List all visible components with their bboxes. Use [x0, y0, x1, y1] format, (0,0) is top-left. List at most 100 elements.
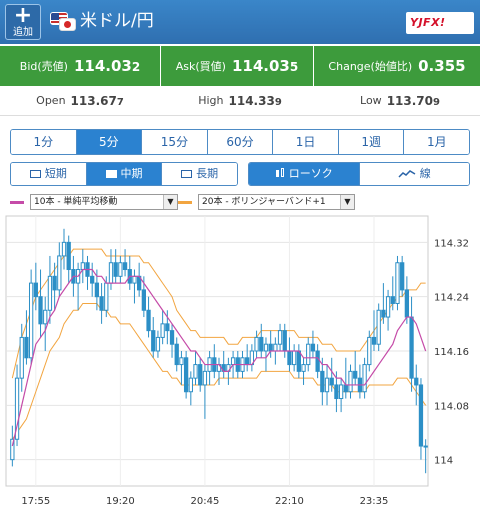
candle-body	[179, 357, 184, 366]
candle-body	[118, 262, 123, 277]
candle-body	[315, 350, 320, 372]
candle-body	[292, 350, 297, 366]
bid-label: Bid(売値)	[19, 60, 68, 73]
timeframe-tabs: 1分 5分 15分 60分 1日 1週 1月	[10, 129, 470, 155]
y-tick-label: 114.16	[434, 347, 469, 358]
candle-body	[141, 289, 146, 311]
ma-color-swatch	[10, 200, 24, 204]
candle-body	[94, 282, 100, 298]
candlestick-chart[interactable]: 114 114.08 114.16 114.24 114.32 17:55 19:20 20:…	[0, 214, 480, 508]
ma-indicator: 10本 - 単純平均移動 ▼	[10, 194, 178, 210]
y-tick-label: 114.24	[434, 293, 469, 304]
tab-line[interactable]: 線	[358, 163, 469, 185]
candle-body	[66, 241, 71, 271]
x-tick-label: 23:35	[360, 496, 389, 507]
candle-body	[263, 343, 269, 352]
candle-body	[395, 262, 400, 304]
page-title: 米ドル/円	[80, 11, 154, 31]
candle-body	[277, 330, 283, 345]
candle-body	[301, 364, 306, 372]
ma-select[interactable]: 10本 - 単純平均移動 ▼	[30, 194, 178, 210]
term-tabs: 短期 中期 長期	[10, 162, 238, 186]
tab-short-term[interactable]: 短期	[11, 163, 86, 185]
candle-body	[193, 364, 198, 379]
candle-body	[104, 282, 109, 311]
chevron-down-icon: ▼	[340, 195, 354, 209]
high-cell: High 114.339	[160, 86, 320, 115]
tab-1week[interactable]: 1週	[337, 130, 404, 154]
line-chart-icon	[398, 170, 416, 178]
candle-body	[320, 370, 325, 393]
tab-long-term[interactable]: 長期	[161, 163, 237, 185]
candle-body	[19, 336, 24, 379]
ask-value: 114.035	[231, 57, 299, 75]
x-tick-label: 19:20	[106, 496, 135, 507]
tab-1min[interactable]: 1分	[11, 130, 76, 154]
short-term-icon	[29, 170, 41, 178]
ask-cell: Ask(買値) 114.035	[160, 46, 313, 86]
candle-body	[390, 296, 395, 304]
add-label: 追加	[13, 27, 33, 38]
long-term-icon	[181, 170, 193, 178]
candle-body	[113, 262, 118, 277]
candlestick-icon	[275, 168, 285, 180]
quote-bar: Bid(売値) 114.032 Ask(買値) 114.035 Change(始…	[0, 46, 480, 86]
candle-body	[146, 309, 151, 332]
candle-body	[404, 289, 410, 318]
chart-type-tabs: ローソク 線	[248, 162, 470, 186]
change-label: Change(始値比)	[328, 60, 413, 73]
tab-1day[interactable]: 1日	[272, 130, 338, 154]
candle-body	[188, 377, 193, 393]
candle-body	[329, 377, 334, 386]
app-header: + 追加 米ドル/円 YJFX!	[0, 0, 480, 44]
high-label: High	[198, 94, 224, 107]
candle-body	[24, 336, 29, 359]
candle-body	[423, 445, 428, 448]
bb-indicator: 20本 - ボリンジャーバンド+1 ▼	[178, 194, 355, 210]
bid-value: 114.032	[73, 57, 141, 75]
change-cell: Change(始値比) 0.355	[313, 46, 480, 86]
candle-body	[287, 350, 292, 366]
candle-body	[353, 370, 358, 379]
candle-body	[169, 330, 175, 345]
candle-body	[273, 343, 278, 352]
low-value: 113.709	[386, 93, 440, 108]
candle-body	[99, 296, 104, 311]
x-tick-label: 22:10	[275, 496, 304, 507]
candle-body	[174, 343, 179, 366]
candle-body	[338, 384, 344, 400]
bb-select[interactable]: 20本 - ボリンジャーバンド+1 ▼	[198, 194, 355, 210]
candle-body	[160, 323, 165, 338]
tab-15min[interactable]: 15分	[141, 130, 207, 154]
tab-60min[interactable]: 60分	[206, 130, 273, 154]
candle-body	[348, 370, 353, 393]
add-button[interactable]: + 追加	[5, 4, 41, 40]
candle-body	[57, 255, 62, 291]
candle-body	[268, 343, 273, 352]
mid-term-icon	[105, 170, 117, 178]
low-cell: Low 113.709	[320, 86, 480, 115]
candle-body	[38, 296, 43, 325]
tab-5min[interactable]: 5分	[75, 130, 142, 154]
tab-mid-term[interactable]: 中期	[85, 163, 162, 185]
candle-body	[151, 330, 156, 352]
tab-candlestick[interactable]: ローソク	[249, 163, 359, 185]
yjfx-logo: YJFX!	[406, 12, 474, 34]
candle-body	[400, 262, 405, 291]
candle-body	[155, 336, 161, 352]
candle-body	[371, 336, 377, 345]
candle-body	[259, 336, 264, 352]
plus-icon: +	[13, 3, 33, 28]
low-label: Low	[360, 94, 382, 107]
candle-body	[282, 330, 287, 352]
price-chart[interactable]: 114 114.08 114.16 114.24 114.32 17:55 19:20 20:…	[0, 214, 480, 508]
candle-body	[245, 357, 250, 366]
candle-body	[132, 275, 137, 284]
chevron-down-icon: ▼	[163, 195, 177, 209]
candle-body	[306, 343, 311, 366]
candle-body	[409, 316, 414, 379]
tab-1month[interactable]: 1月	[403, 130, 469, 154]
candle-body	[47, 275, 53, 311]
candle-body	[254, 336, 259, 352]
open-label: Open	[36, 94, 66, 107]
